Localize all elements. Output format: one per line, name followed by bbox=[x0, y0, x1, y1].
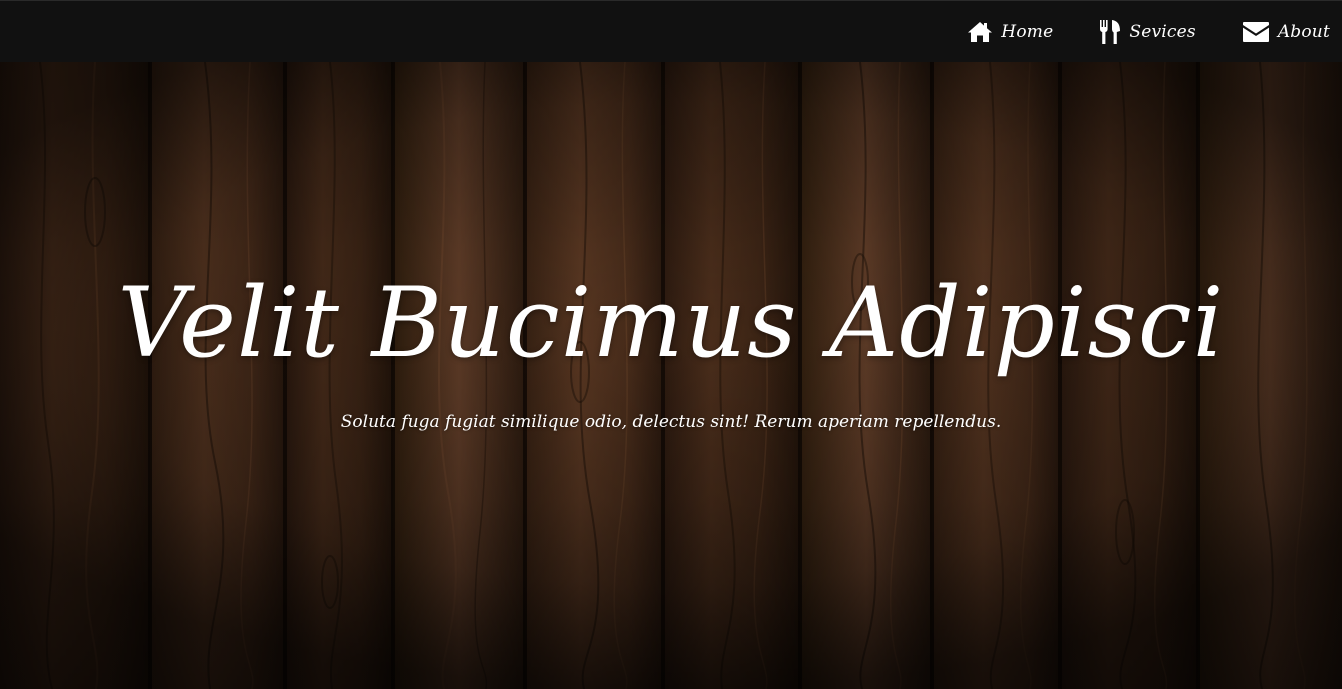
utensils-icon bbox=[1099, 19, 1121, 45]
nav-home-link[interactable]: Home bbox=[967, 19, 1053, 45]
envelope-icon bbox=[1242, 19, 1270, 45]
home-icon bbox=[967, 19, 993, 45]
hero-section: Velit Bucimus Adipisci Soluta fuga fugia… bbox=[0, 62, 1342, 689]
nav-about-link[interactable]: About bbox=[1242, 19, 1330, 45]
nav-home-label: Home bbox=[1001, 21, 1054, 42]
nav-about-label: About bbox=[1277, 21, 1330, 42]
nav-services-label: Sevices bbox=[1129, 21, 1196, 42]
nav-services-link[interactable]: Sevices bbox=[1099, 19, 1196, 45]
hero-title: Velit Bucimus Adipisci bbox=[117, 267, 1225, 379]
hero-subtitle: Soluta fuga fugiat similique odio, delec… bbox=[340, 412, 1002, 432]
top-navbar: Home Sevices About bbox=[0, 0, 1342, 62]
